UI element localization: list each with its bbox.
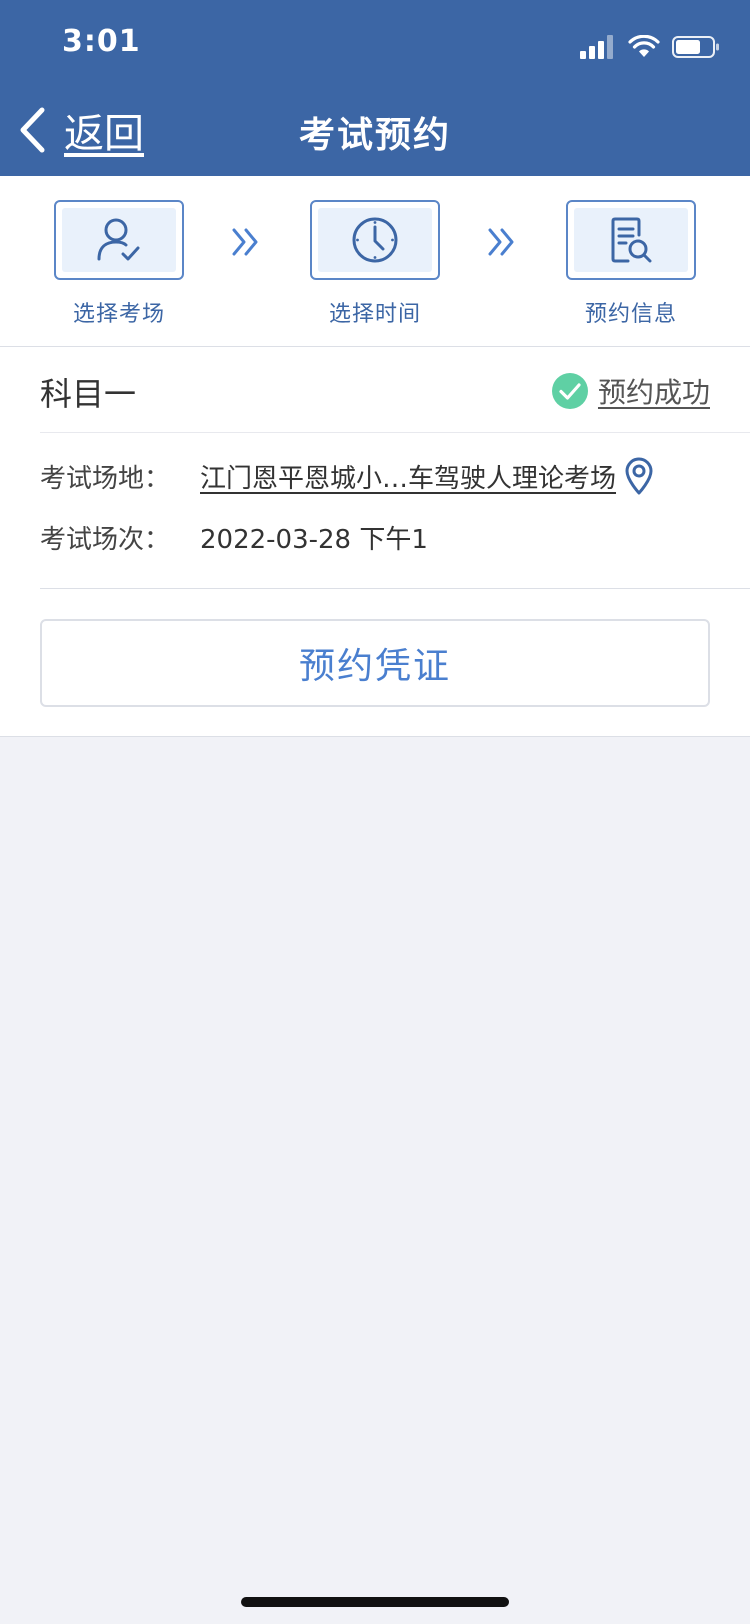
step-label: 选择考场 <box>72 302 165 327</box>
double-chevron-right-icon <box>488 228 514 256</box>
app-header: 3:01 返回 考试预约 <box>0 0 750 176</box>
home-indicator <box>241 1597 509 1607</box>
step-appointment-info[interactable]: 预约信息 <box>566 200 696 328</box>
double-chevron-right-icon <box>232 228 258 256</box>
session-row: 考试场次： 2022-03-28 下午1 <box>40 519 428 556</box>
step-box <box>566 200 696 280</box>
step-box <box>310 200 440 280</box>
step-box-inner <box>62 208 176 272</box>
user-check-icon <box>97 218 140 261</box>
step-select-venue[interactable]: 选择考场 <box>54 200 184 328</box>
wifi-icon <box>628 35 660 57</box>
status-time: 3:01 <box>62 24 141 59</box>
check-circle-icon <box>551 373 588 409</box>
session-value: 2022-03-28 下午1 <box>200 525 428 555</box>
card-head: 科目一 预约成功 <box>40 347 750 433</box>
cellular-signal-icon <box>580 35 613 59</box>
step-box <box>54 200 184 280</box>
session-label: 考试场次： <box>40 525 171 555</box>
progress-steps: 选择考场 选择时间 预约信息 <box>0 176 750 347</box>
venue-link[interactable]: 江门恩平恩城小…车驾驶人理论考场 <box>200 458 616 495</box>
battery-icon <box>672 36 719 58</box>
appointment-card: 科目一 预约成功 考试场地： 江门恩平恩城小…车驾驶人理论考场 考试场次： 20… <box>0 347 750 737</box>
status-text: 预约成功 <box>597 376 710 409</box>
venue-label: 考试场地： <box>40 463 171 494</box>
step-label: 选择时间 <box>328 302 421 327</box>
step-box-inner <box>318 208 432 272</box>
step-box-inner <box>574 208 688 272</box>
document-search-icon <box>611 217 652 263</box>
divider <box>40 588 750 589</box>
clock-icon <box>352 217 398 263</box>
appointment-voucher-button[interactable]: 预约凭证 <box>40 619 710 707</box>
subject-title: 科目一 <box>40 375 137 413</box>
status-badge[interactable]: 预约成功 <box>551 371 710 411</box>
map-pin-icon[interactable] <box>624 457 654 495</box>
step-select-time[interactable]: 选择时间 <box>310 200 440 328</box>
venue-row: 考试场地： 江门恩平恩城小…车驾驶人理论考场 <box>40 457 654 495</box>
step-label: 预约信息 <box>584 302 677 327</box>
page-title: 考试预约 <box>298 115 451 156</box>
status-icons <box>580 32 720 62</box>
